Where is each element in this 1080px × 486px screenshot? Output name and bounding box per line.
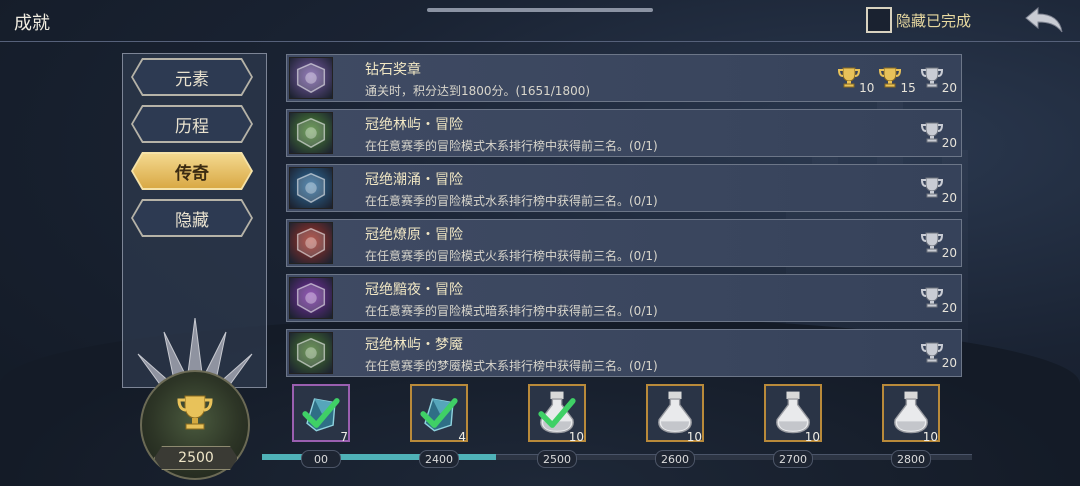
- achievement-title: 冠绝林屿・冒险: [365, 117, 463, 133]
- reward-list: 20: [920, 230, 957, 260]
- achievement-row[interactable]: 冠绝潮涌・冒险在任意赛季的冒险模式水系排行榜中获得前三名。(0/1) 20: [286, 164, 962, 212]
- milestone-count: 10: [804, 430, 820, 444]
- top-bar: 成就 隐藏已完成: [0, 0, 1080, 42]
- silver-trophy-icon: [920, 285, 944, 313]
- milestone-reward[interactable]: 10: [882, 384, 940, 444]
- achievement-row[interactable]: 冠绝黯夜・冒险在任意赛季的冒险模式暗系排行榜中获得前三名。(0/1) 20: [286, 274, 962, 322]
- reward-list: 20: [920, 175, 957, 205]
- silver-trophy-icon: [920, 120, 944, 148]
- page-title: 成就: [14, 13, 50, 34]
- back-arrow-icon: [1025, 6, 1063, 33]
- achievement-title: 冠绝林屿・梦魇: [365, 337, 463, 353]
- silver-trophy-reward: 20: [920, 175, 957, 205]
- achievement-title: 冠绝潮涌・冒险: [365, 172, 463, 188]
- achievement-title: 冠绝黯夜・冒险: [365, 282, 463, 298]
- reward-value: 20: [941, 191, 957, 205]
- fire-emblem-icon: [289, 222, 333, 264]
- milestone-reward[interactable]: 10: [646, 384, 704, 444]
- progress-bar-fill: [262, 454, 497, 460]
- silver-trophy-reward: 20: [920, 340, 957, 370]
- category-journey-button[interactable]: 历程: [133, 107, 251, 141]
- milestone-count: 7: [340, 430, 348, 444]
- milestone-reward[interactable]: 10: [764, 384, 822, 444]
- silver-trophy-icon: [920, 175, 944, 203]
- reward-value: 20: [941, 136, 957, 150]
- reward-value: 20: [941, 356, 957, 370]
- milestone-count: 4: [458, 430, 466, 444]
- category-elements-button[interactable]: 元素: [133, 60, 251, 94]
- silver-trophy-reward: 20: [920, 65, 957, 95]
- wood-emblem-icon: [289, 112, 333, 154]
- milestone-reward[interactable]: 7: [292, 384, 350, 444]
- milestone-reward[interactable]: 10: [528, 384, 586, 444]
- silver-trophy-icon: [920, 230, 944, 258]
- dark-emblem-icon: [289, 277, 333, 319]
- achievement-description: 在任意赛季的冒险模式木系排行榜中获得前三名。(0/1): [365, 139, 658, 153]
- milestone-count: 10: [922, 430, 938, 444]
- milestone-count: 10: [686, 430, 702, 444]
- reward-value: 20: [941, 301, 957, 315]
- gold-trophy-reward: 10: [837, 65, 875, 95]
- gold-trophy-icon: [878, 65, 902, 93]
- hide-completed-label: 隐藏已完成: [896, 11, 972, 30]
- drag-handle[interactable]: [427, 8, 653, 12]
- gold-trophy-reward: 15: [878, 65, 916, 95]
- reward-list: 20: [920, 340, 957, 370]
- milestone-count: 10: [568, 430, 584, 444]
- reward-value: 20: [941, 246, 957, 260]
- reward-list: 10 15 20: [837, 65, 957, 95]
- reward-value: 20: [941, 81, 957, 95]
- achievement-row[interactable]: 钻石奖章通关时，积分达到1800分。(1651/1800) 10 15 20: [286, 54, 962, 102]
- reward-value: 15: [900, 81, 916, 95]
- silver-trophy-reward: 20: [920, 120, 957, 150]
- diamond-medal-icon: [289, 57, 333, 99]
- trophy-emblem: 2500: [124, 318, 266, 480]
- milestone-reward[interactable]: 4: [410, 384, 468, 444]
- achievement-row[interactable]: 冠绝林屿・冒险在任意赛季的冒险模式木系排行榜中获得前三名。(0/1) 20: [286, 109, 962, 157]
- progress-threshold-label: 2600: [655, 450, 695, 468]
- progress-threshold-label: 2500: [537, 450, 577, 468]
- achievement-row[interactable]: 冠绝燎原・冒险在任意赛季的冒险模式火系排行榜中获得前三名。(0/1) 20: [286, 219, 962, 267]
- category-legend-button[interactable]: 传奇: [133, 154, 251, 188]
- milestone-track[interactable]: 7410101010002400250026002700280029: [262, 384, 972, 474]
- progress-threshold-label: 2700: [773, 450, 813, 468]
- silver-trophy-reward: 20: [920, 230, 957, 260]
- trophy-icon: [177, 395, 213, 430]
- achievement-row[interactable]: 冠绝林屿・梦魇在任意赛季的梦魇模式木系排行榜中获得前三名。(0/1) 20: [286, 329, 962, 377]
- progress-threshold-label: 00: [301, 450, 341, 468]
- reward-value: 10: [859, 81, 875, 95]
- gold-trophy-icon: [837, 65, 861, 93]
- reward-list: 20: [920, 120, 957, 150]
- achievement-description: 在任意赛季的梦魇模式木系排行榜中获得前三名。(0/1): [365, 359, 658, 373]
- silver-trophy-icon: [920, 340, 944, 368]
- total-score: 2500: [154, 446, 238, 470]
- achievement-title: 冠绝燎原・冒险: [365, 227, 463, 243]
- water-emblem-icon: [289, 167, 333, 209]
- category-hidden-button[interactable]: 隐藏: [133, 201, 251, 235]
- wood-nightmare-emblem-icon: [289, 332, 333, 374]
- progress-threshold-label: 2400: [419, 450, 459, 468]
- back-button[interactable]: [1024, 4, 1064, 36]
- hide-completed-toggle[interactable]: 隐藏已完成: [866, 7, 971, 33]
- silver-trophy-reward: 20: [920, 285, 957, 315]
- progress-threshold-label: 2800: [891, 450, 931, 468]
- reward-list: 20: [920, 285, 957, 315]
- achievement-title: 钻石奖章: [365, 62, 421, 78]
- achievement-description: 在任意赛季的冒险模式火系排行榜中获得前三名。(0/1): [365, 249, 658, 263]
- hide-completed-checkbox[interactable]: [866, 7, 892, 33]
- achievement-description: 通关时，积分达到1800分。(1651/1800): [365, 84, 591, 98]
- silver-trophy-icon: [920, 65, 944, 93]
- achievement-description: 在任意赛季的冒险模式暗系排行榜中获得前三名。(0/1): [365, 304, 658, 318]
- achievement-description: 在任意赛季的冒险模式水系排行榜中获得前三名。(0/1): [365, 194, 658, 208]
